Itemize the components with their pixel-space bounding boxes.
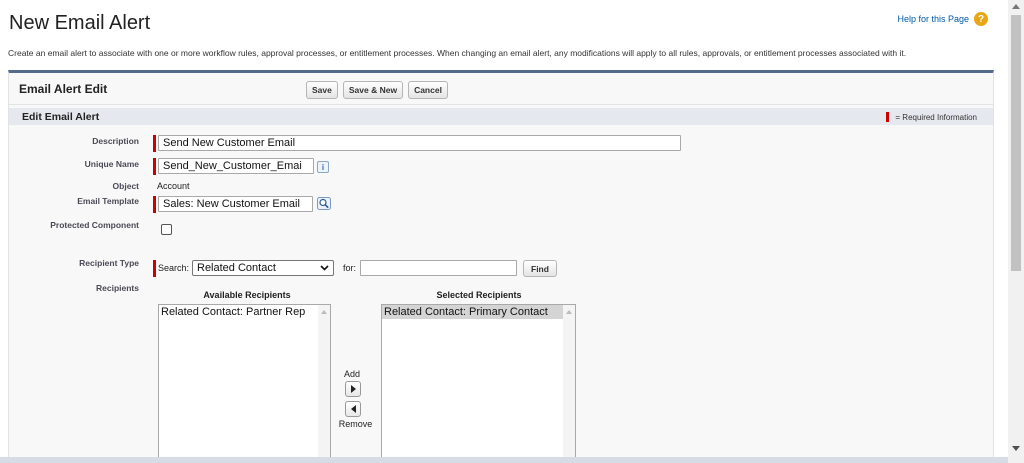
email-template-label: Email Template (77, 196, 139, 206)
save-button[interactable]: Save (306, 81, 338, 99)
selected-recipients-list[interactable]: Related Contact: Primary Contact (381, 304, 576, 463)
page-scrollbar[interactable] (1008, 0, 1024, 463)
info-icon[interactable]: i (317, 161, 329, 173)
recipient-type-selected: Related Contact (197, 262, 276, 274)
panel-title: Email Alert Edit (19, 82, 108, 96)
page: New Email Alert Help for this Page ? Cre… (0, 0, 1008, 463)
add-recipient-button[interactable] (345, 381, 361, 397)
list-item[interactable]: Related Contact: Partner Rep (159, 305, 330, 319)
section-title: Edit Email Alert (22, 111, 100, 123)
email-alert-edit-panel: Email Alert Edit Save Save & New Cancel … (8, 70, 994, 463)
available-recipients-list[interactable]: Related Contact: Partner Rep (158, 304, 331, 463)
description-label: Description (92, 136, 139, 146)
required-marker (153, 158, 156, 175)
scroll-up-icon[interactable] (1012, 4, 1020, 9)
magnifier-lookup-icon[interactable] (317, 197, 331, 210)
scroll-down-icon[interactable] (1012, 446, 1020, 451)
required-legend: = Required Information (886, 112, 977, 122)
search-label: Search: (158, 263, 190, 273)
page-title: New Email Alert (9, 12, 151, 34)
object-value: Account (157, 181, 190, 191)
for-label: for: (343, 263, 357, 273)
page-description: Create an email alert to associate with … (8, 48, 907, 58)
unique-name-field[interactable] (158, 158, 314, 174)
find-button[interactable]: Find (523, 260, 557, 277)
required-marker (153, 135, 156, 152)
required-legend-text: = Required Information (895, 112, 977, 122)
protected-component-checkbox[interactable] (161, 224, 172, 235)
recipients-label: Recipients (96, 283, 139, 293)
help-link-group[interactable]: Help for this Page ? (897, 12, 988, 26)
selected-recipients-header: Selected Recipients (436, 290, 522, 300)
recipient-type-label: Recipient Type (79, 258, 139, 268)
chevron-down-icon (320, 265, 329, 271)
bottom-edge (0, 457, 1008, 463)
help-link[interactable]: Help for this Page (897, 14, 969, 24)
required-marker (153, 260, 156, 277)
cancel-button[interactable]: Cancel (408, 81, 448, 99)
arrow-right-icon (350, 385, 356, 393)
button-bar: Save Save & New Cancel (306, 81, 448, 99)
unique-name-label: Unique Name (84, 159, 139, 169)
remove-recipient-button[interactable] (345, 401, 361, 417)
protected-component-label: Protected Component (50, 220, 139, 230)
panel-header: Email Alert Edit Save Save & New Cancel (9, 73, 993, 105)
description-field[interactable] (158, 135, 681, 151)
remove-label: Remove (338, 419, 373, 429)
scroll-up-icon[interactable] (566, 310, 572, 314)
recipient-type-select[interactable]: Related Contact (192, 260, 334, 276)
section-header: Edit Email Alert = Required Information (9, 108, 993, 125)
scroll-up-icon[interactable] (321, 310, 327, 314)
email-template-field[interactable] (158, 196, 313, 212)
list-item[interactable]: Related Contact: Primary Contact (382, 305, 575, 319)
listbox-scrollbar[interactable] (563, 305, 575, 463)
required-marker-icon (886, 112, 890, 122)
available-recipients-header: Available Recipients (203, 290, 291, 300)
recipient-search-input[interactable] (360, 260, 517, 276)
required-marker (153, 196, 156, 213)
object-label: Object (112, 181, 139, 191)
listbox-scrollbar[interactable] (318, 305, 330, 463)
question-circle-icon[interactable]: ? (974, 12, 988, 26)
save-and-new-button[interactable]: Save & New (342, 81, 404, 99)
arrow-left-icon (350, 405, 356, 413)
scrollbar-thumb[interactable] (1011, 15, 1021, 271)
add-label: Add (343, 369, 360, 379)
